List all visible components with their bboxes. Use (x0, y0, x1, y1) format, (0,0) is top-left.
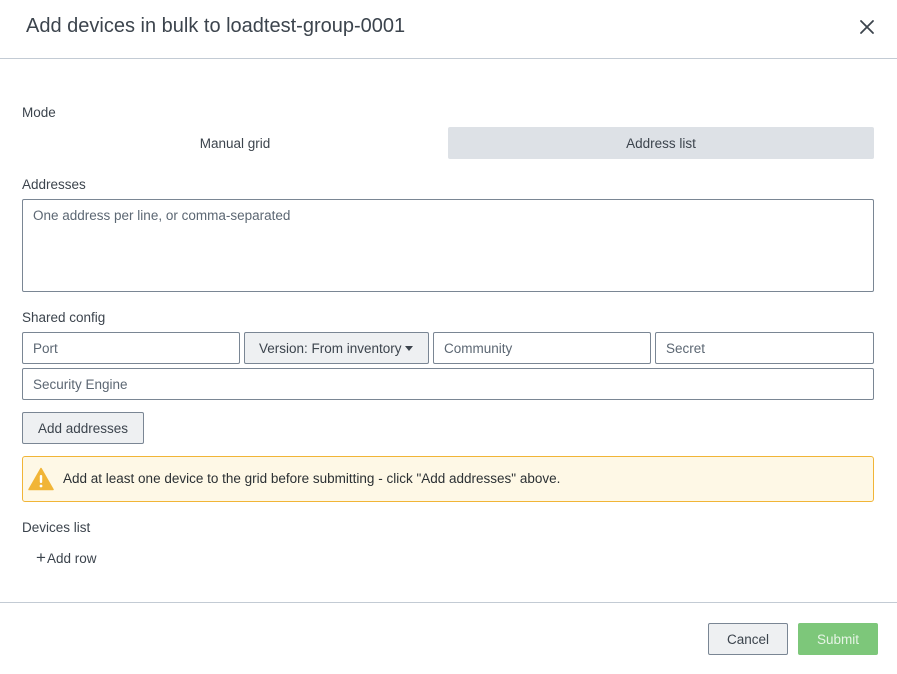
addresses-placeholder: One address per line, or comma-separated (33, 208, 291, 223)
port-input[interactable]: Port (22, 332, 240, 364)
submit-button[interactable]: Submit (798, 623, 878, 655)
add-row-button[interactable]: + Add row (36, 549, 96, 567)
addresses-label: Addresses (22, 177, 86, 192)
caret-down-icon (404, 345, 413, 351)
warning-alert: Add at least one device to the grid befo… (22, 456, 874, 502)
security-engine-placeholder: Security Engine (33, 377, 128, 392)
add-row-label: Add row (46, 550, 97, 566)
community-placeholder: Community (444, 341, 513, 356)
mode-manual-grid-option[interactable]: Manual grid (22, 127, 448, 159)
dialog-header: Add devices in bulk to loadtest-group-00… (0, 0, 897, 59)
mode-address-list-option[interactable]: Address list (448, 127, 874, 159)
cancel-button[interactable]: Cancel (708, 623, 788, 655)
secret-placeholder: Secret (666, 341, 706, 356)
dialog-title: Add devices in bulk to loadtest-group-00… (26, 15, 406, 37)
community-input[interactable]: Community (433, 332, 651, 364)
add-addresses-button[interactable]: Add addresses (22, 412, 144, 444)
port-placeholder: Port (33, 341, 58, 356)
shared-config-label: Shared config (22, 310, 106, 325)
close-button[interactable] (856, 16, 878, 38)
security-engine-input[interactable]: Security Engine (22, 368, 874, 400)
mode-label: Mode (22, 105, 56, 120)
version-dropdown[interactable]: Version: From inventory (244, 332, 429, 364)
footer-divider (0, 602, 897, 603)
warning-icon (28, 467, 54, 491)
warning-message: Add at least one device to the grid befo… (63, 471, 561, 486)
addresses-textarea[interactable]: One address per line, or comma-separated (22, 199, 874, 292)
secret-input[interactable]: Secret (655, 332, 874, 364)
devices-list-label: Devices list (22, 520, 91, 535)
version-dropdown-label: Version: From inventory (259, 340, 402, 356)
plus-icon: + (36, 548, 46, 567)
close-icon (860, 20, 874, 34)
